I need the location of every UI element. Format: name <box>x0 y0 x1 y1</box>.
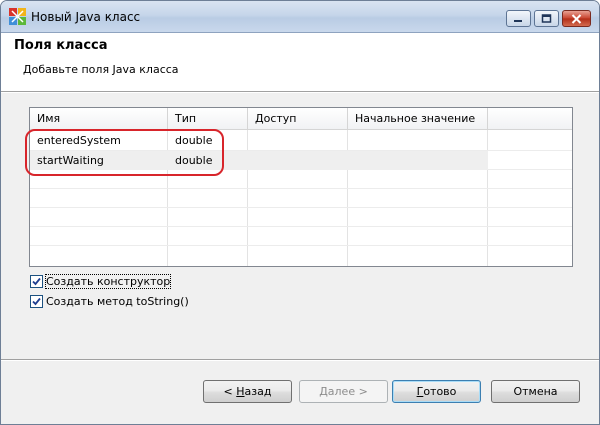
next-suffix: > <box>355 385 368 398</box>
field-name-cell[interactable]: enteredSystem <box>30 131 168 150</box>
create-tostring-label[interactable]: Создать метод toString() <box>46 295 189 308</box>
title-bar[interactable]: Новый Java класс <box>1 1 599 33</box>
checkmark-icon <box>32 277 41 285</box>
create-tostring-checkbox[interactable] <box>30 294 43 308</box>
window-title: Новый Java класс <box>31 10 141 24</box>
checkmark-icon <box>32 297 41 305</box>
column-header-access[interactable]: Доступ <box>248 108 348 130</box>
minimize-icon <box>514 20 522 22</box>
cancel-button[interactable]: Отмена <box>491 380 580 403</box>
field-initial-value-cell[interactable] <box>348 151 488 170</box>
table-row-selected[interactable]: startWaiting double <box>30 151 488 170</box>
close-icon <box>571 13 582 24</box>
table-header: Имя Тип Доступ Начальное значение <box>30 108 572 130</box>
finish-label-rest: отово <box>423 385 457 398</box>
back-button[interactable]: < Назад <box>203 380 292 403</box>
back-prefix: < <box>223 385 237 398</box>
maximize-button[interactable] <box>534 10 559 27</box>
column-header-name[interactable]: Имя <box>30 108 168 130</box>
field-access-cell[interactable] <box>248 131 348 150</box>
table-row[interactable]: enteredSystem double <box>30 131 572 150</box>
minimize-button[interactable] <box>506 10 531 27</box>
back-mnemonic: Н <box>236 385 245 398</box>
create-constructor-label[interactable]: Создать конструктор <box>44 273 172 289</box>
create-tostring-option[interactable]: Создать метод toString() <box>30 293 189 309</box>
column-header-type[interactable]: Тип <box>168 108 248 130</box>
field-type-cell[interactable]: double <box>168 131 248 150</box>
next-mnemonic: Д <box>319 385 328 398</box>
finish-mnemonic: Г <box>416 385 424 398</box>
page-title: Поля класса <box>14 38 108 53</box>
cancel-label: Отмена <box>513 385 558 398</box>
close-button[interactable] <box>562 10 591 27</box>
anylogic-app-icon <box>9 8 26 25</box>
field-name-cell[interactable]: startWaiting <box>30 151 168 170</box>
back-label-rest: азад <box>244 385 272 398</box>
column-header-initial-value[interactable]: Начальное значение <box>348 108 488 130</box>
header-divider <box>1 91 599 93</box>
field-initial-value-cell[interactable] <box>348 131 488 150</box>
maximize-icon <box>541 14 552 23</box>
next-button[interactable]: Далее > <box>299 380 388 403</box>
wizard-header: Поля класса Добавьте поля Java класса <box>1 33 599 91</box>
fields-table[interactable]: Имя Тип Доступ Начальное значение entere… <box>29 107 573 267</box>
field-access-cell[interactable] <box>248 151 348 170</box>
field-type-cell[interactable]: double <box>168 151 248 170</box>
page-description: Добавьте поля Java класса <box>23 63 179 76</box>
finish-button[interactable]: Готово <box>392 380 481 403</box>
footer-divider <box>1 359 599 361</box>
create-constructor-checkbox[interactable] <box>30 274 43 288</box>
dialog-window: Новый Java класс Поля класса Добавьте по… <box>0 0 600 425</box>
create-constructor-option[interactable]: Создать конструктор <box>30 273 172 289</box>
next-label-rest: алее <box>327 385 356 398</box>
